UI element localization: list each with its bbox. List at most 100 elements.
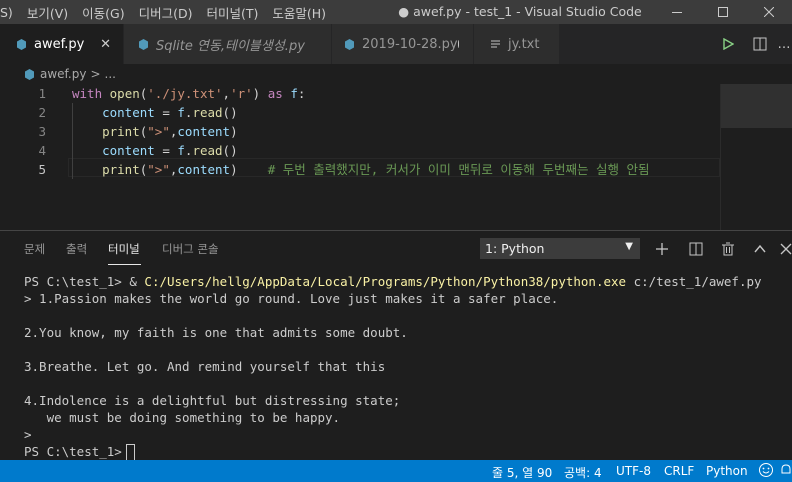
code-text: print(">",content) # 두번 출력했지만, 커서가 이미 맨뒤… — [72, 160, 650, 179]
tab-label: 2019-10-28.py — [362, 36, 458, 52]
code-token: open — [109, 86, 140, 101]
unsaved-dot-icon[interactable] — [457, 40, 459, 48]
breadcrumb-symbols[interactable]: ... — [105, 67, 116, 81]
tab-problems[interactable]: 문제 — [24, 241, 45, 257]
bottom-panel: 문제 출력 터미널 디버그 콘솔 1: Python ▼ PS C:\test_… — [0, 230, 792, 461]
code-token: : — [297, 86, 306, 101]
menu-item[interactable]: S) — [0, 5, 20, 20]
indentation[interactable]: 공백: 4 — [564, 464, 602, 481]
terminal-output-line: 2.You know, my faith is one that admits … — [24, 325, 408, 340]
more-icon: … — [777, 36, 791, 52]
code-token: ">" — [147, 162, 170, 177]
menu-item[interactable]: 디버그(D) — [132, 3, 200, 22]
breadcrumb-separator: > — [90, 67, 101, 81]
cursor-position[interactable]: 줄 5, 열 90 — [492, 464, 552, 481]
text-file-icon — [490, 39, 501, 50]
code-token: ">" — [147, 124, 170, 139]
notifications-button[interactable] — [780, 462, 792, 481]
play-icon — [723, 38, 734, 50]
trash-icon — [722, 242, 734, 256]
breadcrumb: awef.py > ... — [0, 64, 116, 84]
split-terminal-button[interactable] — [686, 239, 706, 259]
breadcrumb-file[interactable]: awef.py — [40, 67, 86, 81]
python-icon — [16, 38, 27, 50]
terminal-select[interactable]: 1: Python ▼ — [480, 238, 640, 259]
maximize-button[interactable] — [700, 0, 746, 24]
code-token: read — [192, 143, 223, 158]
code-token: = — [154, 143, 178, 158]
end-of-line[interactable]: CRLF — [664, 464, 694, 478]
line-number: 5 — [38, 162, 46, 177]
status-bar: 줄 5, 열 90 공백: 4 UTF-8 CRLF Python — [0, 460, 792, 482]
minimap-slider[interactable] — [721, 84, 792, 128]
menu-item[interactable]: 터미널(T) — [199, 3, 265, 22]
code-token: f — [177, 143, 185, 158]
code-token: () — [222, 105, 238, 120]
smiley-icon — [759, 463, 773, 477]
code-token: ) — [252, 86, 268, 101]
terminal-output[interactable]: PS C:\test_1> & C:/Users/hellg/AppData/L… — [24, 273, 762, 461]
menu-item[interactable]: 이동(G) — [75, 3, 131, 22]
maximize-panel-button[interactable] — [750, 239, 770, 259]
line-number: 1 — [38, 86, 46, 101]
chevron-down-icon: ▼ — [625, 241, 633, 252]
code-token: f — [290, 86, 298, 101]
terminal-prompt-prefix: PS C:\test_1> & — [24, 274, 145, 289]
code-token: # 두번 출력했지만, 커서가 이미 맨뒤로 이동해 두번째는 실행 안됨 — [267, 162, 650, 177]
code-token: content — [102, 105, 155, 120]
tab-terminal[interactable]: 터미널 — [108, 241, 140, 257]
tab-awef-py[interactable]: awef.py ✕ — [0, 24, 124, 64]
code-editor[interactable]: 1 with open('./jy.txt','r') as f: 2 conten… — [0, 84, 792, 230]
line-number: 3 — [38, 124, 46, 139]
code-token: 'r' — [230, 86, 253, 101]
code-text: with open('./jy.txt','r') as f: — [72, 84, 305, 103]
minimize-button[interactable] — [654, 0, 700, 24]
tab-output[interactable]: 출력 — [66, 241, 87, 257]
close-panel-button[interactable] — [776, 239, 792, 259]
tab-sqlite-py[interactable]: Sqlite 연동,테이블생성.py — [124, 24, 332, 64]
terminal-prompt: PS C:\test_1> — [24, 444, 122, 459]
kill-terminal-button[interactable] — [718, 239, 738, 259]
chevron-up-icon — [754, 244, 766, 253]
code-token: content — [177, 162, 231, 177]
python-exe-path: C:/Users/hellg/AppData/Local/Programs/Py… — [144, 274, 627, 289]
more-actions-button[interactable]: … — [774, 34, 792, 54]
code-token: as — [267, 86, 283, 101]
line-number: 4 — [38, 143, 46, 158]
tab-2019-10-28-py[interactable]: 2019-10-28.py — [332, 24, 474, 64]
run-button[interactable] — [718, 34, 738, 54]
feedback-button[interactable] — [758, 462, 774, 481]
close-icon[interactable]: ✕ — [100, 37, 111, 52]
menu-item[interactable]: 도움말(H) — [265, 3, 333, 22]
terminal-prompt-line: PS C:\test_1> — [24, 443, 762, 461]
close-icon — [780, 243, 792, 255]
language-mode[interactable]: Python — [706, 464, 748, 478]
code-token: , — [222, 86, 231, 101]
tab-jy-txt[interactable]: jy.txt — [474, 24, 560, 64]
terminal-output-line: > — [24, 427, 32, 442]
code-token: read — [192, 105, 223, 120]
menu-item[interactable]: 보기(V) — [20, 3, 75, 22]
code-text: print(">",content) — [72, 122, 238, 141]
code-text: content = f.read() — [72, 141, 238, 160]
python-icon — [24, 68, 35, 80]
minimap[interactable] — [720, 84, 792, 230]
terminal-output-line: we must be doing something to be happy. — [24, 410, 341, 425]
code-token: = — [154, 105, 178, 120]
close-window-button[interactable] — [746, 0, 792, 24]
terminal-cursor — [125, 444, 135, 461]
minimize-icon — [672, 12, 682, 13]
tab-debug-console[interactable]: 디버그 콘솔 — [162, 241, 219, 257]
new-terminal-button[interactable] — [652, 239, 672, 259]
split-editor-icon — [753, 37, 767, 51]
split-editor-button[interactable] — [750, 34, 770, 54]
encoding[interactable]: UTF-8 — [616, 464, 651, 478]
code-token: print — [102, 162, 140, 177]
python-icon — [138, 38, 149, 50]
